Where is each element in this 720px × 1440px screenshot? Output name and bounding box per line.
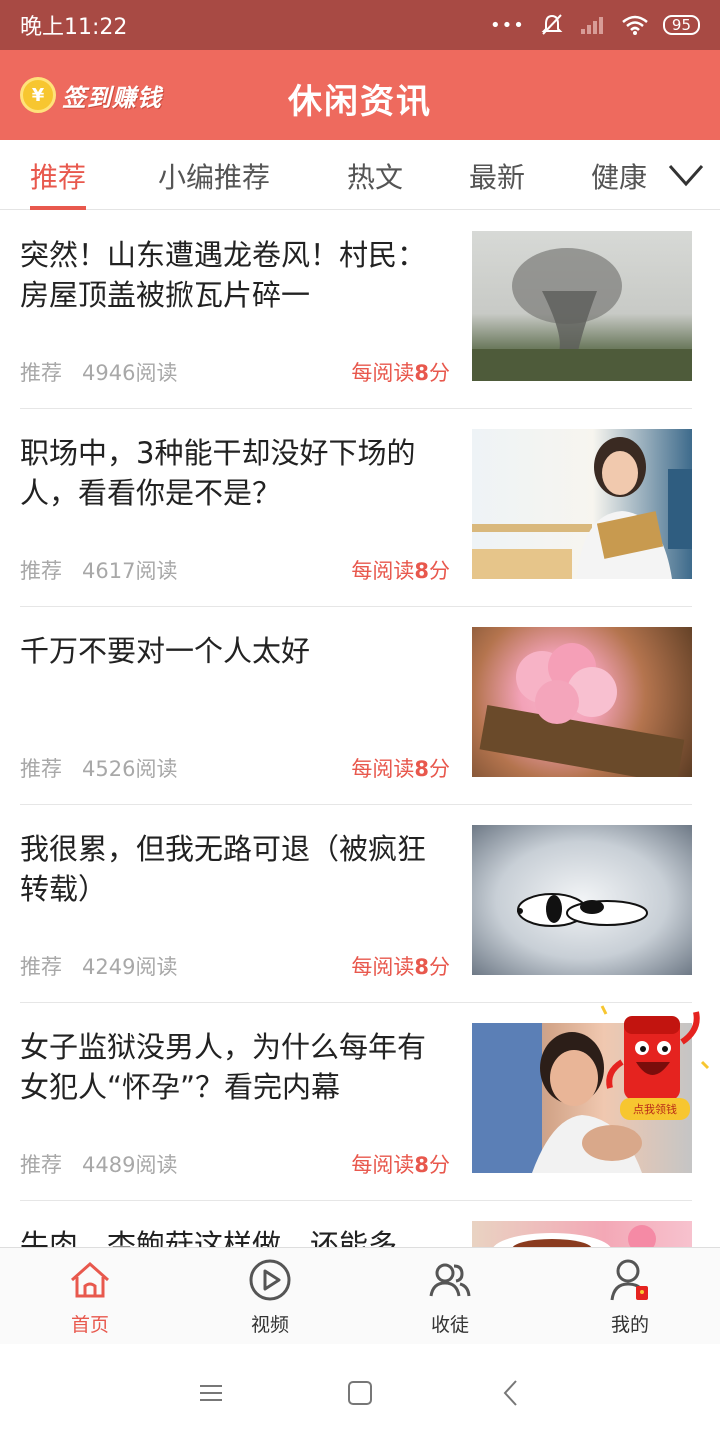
article-thumbnail: [472, 825, 692, 975]
status-bar: 晚上11:22 ••• 95: [0, 0, 720, 50]
reward-suffix: 分: [429, 955, 450, 979]
article-reads: 4489阅读: [82, 1153, 178, 1177]
article-tag: 推荐: [20, 361, 62, 385]
article-reward: 每阅读8分: [351, 753, 450, 783]
battery-indicator: 95: [662, 15, 700, 35]
article-item[interactable]: 职场中，3种能干却没好下场的人，看看你是不是？ 推荐 4617阅读 每阅读8分: [20, 409, 692, 607]
user-icon: [610, 1259, 648, 1301]
reward-prefix: 每阅读: [351, 955, 415, 979]
tab-hot[interactable]: 热文: [347, 156, 403, 210]
article-meta: 推荐 4489阅读 每阅读8分: [20, 1149, 450, 1179]
category-tab-bar: 推荐 小编推荐 热文 最新 健康: [0, 140, 720, 210]
tab-recommend[interactable]: 推荐: [30, 156, 87, 210]
article-thumbnail: [472, 1221, 692, 1247]
notification-dots-icon: •••: [490, 14, 525, 36]
article-tag: 推荐: [20, 955, 62, 979]
article-reward: 每阅读8分: [351, 357, 450, 387]
app-title: 休闲资讯: [288, 82, 432, 122]
article-reads: 4617阅读: [82, 559, 178, 583]
article-title: 千万不要对一个人太好: [20, 634, 311, 668]
nav-apprentice[interactable]: 收徒: [390, 1258, 510, 1338]
reward-value: 8: [414, 1153, 429, 1177]
article-item[interactable]: 千万不要对一个人太好 推荐 4526阅读 每阅读8分: [20, 607, 692, 805]
article-reward: 每阅读8分: [351, 951, 450, 981]
tab-health[interactable]: 健康: [591, 156, 647, 210]
article-thumbnail: [472, 231, 692, 381]
article-thumbnail: [472, 429, 692, 579]
nav-apprentice-label: 收徒: [430, 1314, 469, 1336]
bottom-navigation: 首页 视频 收徒 我的: [0, 1247, 720, 1344]
signal-icon: [580, 17, 603, 34]
wifi-icon: [622, 15, 648, 35]
home-square-icon[interactable]: [345, 1378, 375, 1408]
article-meta: 推荐 4249阅读 每阅读8分: [20, 951, 450, 981]
nav-video-label: 视频: [250, 1314, 289, 1336]
status-time: 晚上11:22: [20, 15, 128, 40]
reward-prefix: 每阅读: [351, 1153, 415, 1177]
status-icons: ••• 95: [490, 12, 700, 38]
tab-editor-picks[interactable]: 小编推荐: [158, 156, 270, 210]
reward-prefix: 每阅读: [351, 757, 415, 781]
article-reward: 每阅读8分: [351, 1149, 450, 1179]
reward-suffix: 分: [429, 559, 450, 583]
tab-latest[interactable]: 最新: [469, 156, 525, 210]
back-icon[interactable]: [496, 1378, 526, 1408]
article-tag: 推荐: [20, 1153, 62, 1177]
nav-profile-label: 我的: [610, 1314, 649, 1336]
article-meta: 推荐 4617阅读 每阅读8分: [20, 555, 450, 585]
article-thumbnail: [472, 627, 692, 777]
reward-value: 8: [414, 361, 429, 385]
article-title: 我很累，但我无路可退（被疯狂转载）: [20, 832, 427, 906]
chevron-down-icon[interactable]: [666, 158, 706, 192]
reward-prefix: 每阅读: [351, 559, 415, 583]
menu-icon[interactable]: [196, 1378, 226, 1408]
article-reads: 4526阅读: [82, 757, 178, 781]
reward-suffix: 分: [429, 1153, 450, 1177]
article-meta: 推荐 4946阅读 每阅读8分: [20, 357, 450, 387]
article-meta: 推荐 4526阅读 每阅读8分: [20, 753, 450, 783]
article-item[interactable]: 我很累，但我无路可退（被疯狂转载） 推荐 4249阅读 每阅读8分: [20, 805, 692, 1003]
article-item[interactable]: 牛肉、杏鲍菇这样做，还能多: [20, 1201, 692, 1247]
article-title: 女子监狱没男人，为什么每年有女犯人“怀孕”？看完内幕: [20, 1030, 427, 1104]
reward-suffix: 分: [429, 361, 450, 385]
reward-prefix: 每阅读: [351, 361, 415, 385]
article-tag: 推荐: [20, 559, 62, 583]
article-title: 牛肉、杏鲍菇这样做，还能多: [20, 1228, 398, 1247]
article-reads: 4946阅读: [82, 361, 178, 385]
article-title: 突然！山东遭遇龙卷风！村民：房屋顶盖被掀瓦片碎一: [20, 238, 427, 312]
article-title: 职场中，3种能干却没好下场的人，看看你是不是？: [20, 436, 416, 510]
article-reads: 4249阅读: [82, 955, 178, 979]
nav-home-label: 首页: [70, 1314, 109, 1336]
nav-video[interactable]: 视频: [210, 1258, 330, 1338]
reward-value: 8: [414, 757, 429, 781]
mute-bell-icon: [541, 14, 563, 35]
play-circle-icon: [249, 1259, 291, 1301]
red-packet-widget[interactable]: 点我领钱: [596, 1002, 714, 1132]
reward-suffix: 分: [429, 757, 450, 781]
article-tag: 推荐: [20, 757, 62, 781]
article-reward: 每阅读8分: [351, 555, 450, 585]
app-header: ¥ 签到赚钱 休闲资讯: [0, 50, 720, 140]
nav-profile[interactable]: 我的: [570, 1258, 690, 1338]
reward-value: 8: [414, 955, 429, 979]
home-icon: [71, 1261, 109, 1298]
nav-home[interactable]: 首页: [30, 1258, 150, 1338]
article-item[interactable]: 突然！山东遭遇龙卷风！村民：房屋顶盖被掀瓦片碎一 推荐 4946阅读 每阅读8分: [20, 211, 692, 409]
red-packet-label: 点我领钱: [620, 1098, 690, 1120]
system-navigation-bar: [0, 1344, 720, 1440]
users-icon: [429, 1263, 471, 1297]
reward-value: 8: [414, 559, 429, 583]
article-item[interactable]: 女子监狱没男人，为什么每年有女犯人“怀孕”？看完内幕 推荐 4489阅读 每阅读…: [20, 1003, 692, 1201]
